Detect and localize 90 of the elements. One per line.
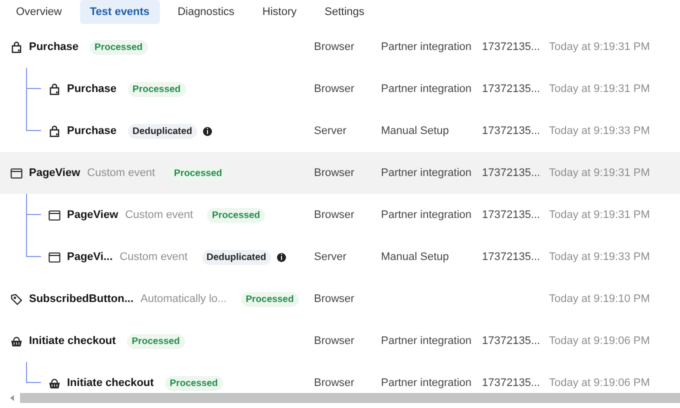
event-row[interactable]: Initiate checkout Processed Browser Partner integration 17372135... Today at 9:19:06 PM [0,320,680,362]
tree-connector [26,236,41,257]
time-cell-text: Today at 9:19:10 PM [549,293,651,305]
event-id-cell-text: 17372135... [482,167,542,179]
integration-cell-text: Manual Setup [381,251,450,263]
tree-line [26,215,27,236]
status-badge: Deduplicated [128,124,198,138]
scroll-left-icon[interactable] [10,395,14,401]
source-cell-text: Browser [314,377,356,389]
browser-window-icon [48,208,61,222]
event-description: Custom event [120,251,188,263]
event-row[interactable]: PageView Custom event Processed Browser Partner integration 17372135... Today at 9:19:31 PM [0,194,680,236]
tree-line [26,89,27,110]
tab[interactable]: Diagnostics [168,0,244,24]
tab[interactable]: Overview [6,0,72,24]
tree-connector [26,68,41,89]
source-cell-text: Server [314,251,348,263]
event-id-cell-text: 17372135... [482,251,542,263]
status-badge: Processed [169,166,228,180]
event-name: PageView [67,209,118,221]
tab[interactable]: History [252,0,307,24]
time-cell-text: Today at 9:19:33 PM [549,125,651,137]
integration-cell-text: Partner integration [381,335,472,347]
time-cell-text: Today at 9:19:33 PM [549,251,651,263]
tree-connector [26,110,41,131]
source-cell-text: Browser [314,167,356,179]
event-id-cell-text: 17372135... [482,83,542,95]
integration-cell-text: Partner integration [381,83,472,95]
source-cell-text: Browser [314,335,356,347]
basket-icon [48,376,61,390]
time-cell-text: Today at 9:19:31 PM [549,167,651,179]
status-badge: Processed [207,208,266,222]
event-name: SubscribedButton... [29,293,134,305]
tab[interactable]: Test events [80,0,160,24]
integration-cell-text: Partner integration [381,377,472,389]
shopping-bag-icon [48,124,61,138]
source-cell-text: Server [314,125,348,137]
integration-cell-text: Partner integration [381,167,472,179]
integration-cell-text: Partner integration [381,41,472,53]
event-row[interactable]: Purchase Deduplicated Server Manual Setup 17372135... Today at 9:19:33 PM [0,110,680,152]
tag-icon [10,292,23,306]
source-cell-text: Browser [314,41,356,53]
event-description: Automatically lo... [140,293,227,305]
info-icon[interactable] [203,126,212,136]
event-row[interactable]: Purchase Processed Browser Partner integration 17372135... Today at 9:19:31 PM [0,68,680,110]
tree-connector [26,194,41,215]
browser-window-icon [10,166,23,180]
time-cell-text: Today at 9:19:31 PM [549,209,651,221]
event-id-cell-text: 17372135... [482,125,542,137]
info-icon[interactable] [277,252,286,262]
source-cell-text: Browser [314,209,356,221]
time-cell-text: Today at 9:19:06 PM [549,335,651,347]
event-name: Initiate checkout [67,377,154,389]
event-row[interactable]: Purchase Processed Browser Partner integration 17372135... Today at 9:19:31 PM [0,26,680,68]
event-name: Purchase [67,83,117,95]
event-name: PageView [29,167,80,179]
event-id-cell-text: 17372135... [482,377,542,389]
time-cell-text: Today at 9:19:31 PM [549,41,651,53]
status-badge: Deduplicated [202,250,272,264]
tree-connector [26,362,41,383]
event-id-cell-text: 17372135... [482,41,542,53]
event-description: Custom event [125,209,194,221]
source-cell-text: Browser [314,83,356,95]
status-badge: Processed [164,376,223,390]
event-row[interactable]: SubscribedButton... Automatically lo... Processed Browser Today at 9:19:10 PM [0,278,680,320]
event-name: Initiate checkout [29,335,116,347]
event-name: PageVi... [67,251,113,263]
status-badge: Processed [240,292,299,306]
event-name: Purchase [29,41,79,53]
status-badge: Processed [90,40,148,54]
time-cell-text: Today at 9:19:06 PM [549,377,651,389]
event-row[interactable]: Initiate checkout Processed Browser Partner integration 17372135... Today at 9:19:06 PM [0,362,680,404]
horizontal-scrollbar[interactable] [20,393,680,403]
time-cell-text: Today at 9:19:31 PM [549,83,651,95]
source-cell-text: Browser [314,293,356,305]
event-row[interactable]: PageVi... Custom event Deduplicated Server Manual Setup 17372135... Today at 9:19:33 PM [0,236,680,278]
basket-icon [10,334,23,348]
event-id-cell-text: 17372135... [482,335,542,347]
integration-cell-text: Manual Setup [381,125,450,137]
shopping-bag-icon [48,82,61,96]
event-name: Purchase [67,125,117,137]
shopping-bag-icon [10,40,23,54]
event-id-cell-text: 17372135... [482,209,542,221]
status-badge: Processed [126,334,185,348]
browser-window-icon [48,250,61,264]
event-row[interactable]: PageView Custom event Processed Browser Partner integration 17372135... Today at 9:19:31 PM [0,152,680,194]
event-description: Custom event [87,167,156,179]
tab[interactable]: Settings [314,0,374,24]
status-badge: Processed [128,82,186,96]
integration-cell-text: Partner integration [381,209,472,221]
